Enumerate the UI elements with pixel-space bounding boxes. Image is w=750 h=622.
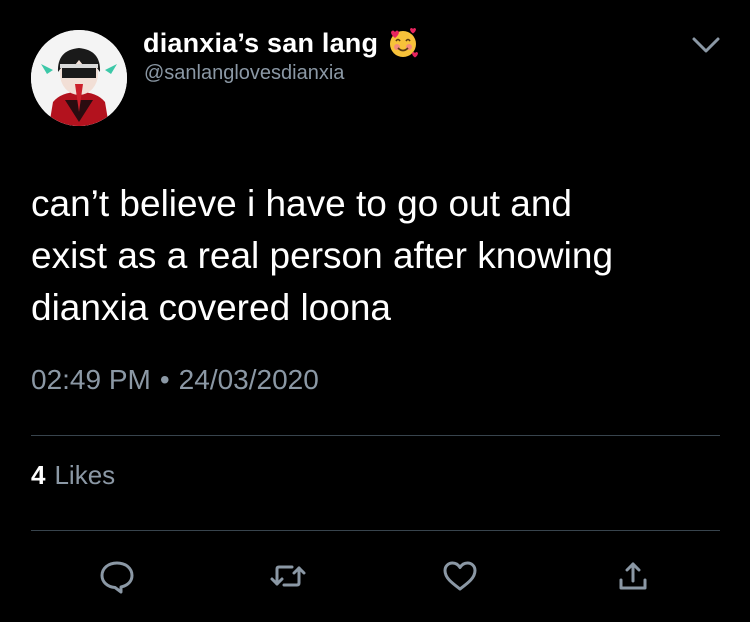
more-options-button[interactable] [690, 32, 722, 58]
divider-bottom [31, 530, 720, 531]
likes-label: Likes [54, 460, 116, 490]
retweet-button[interactable] [268, 556, 308, 596]
retweet-arrows-icon [270, 565, 306, 587]
user-handle[interactable]: @sanlanglovesdianxia [144, 62, 344, 85]
speech-bubble-icon [100, 561, 134, 594]
tweet-date: 24/03/2020 [178, 364, 319, 395]
timestamp-separator: • [159, 364, 170, 395]
tweet-time: 02:49 PM [31, 364, 151, 395]
tweet-text: can’t believe i have to go out and exist… [31, 183, 614, 328]
smiling-face-with-hearts-icon [390, 28, 419, 58]
like-button[interactable] [440, 556, 480, 596]
likes-count: 4 [31, 460, 46, 490]
heart-icon [443, 561, 477, 591]
reply-button[interactable] [97, 556, 137, 596]
divider-top [31, 435, 720, 436]
display-name[interactable]: dianxia’s san lang [143, 28, 378, 59]
display-name-row[interactable]: dianxia’s san lang [143, 26, 420, 60]
share-button[interactable] [613, 556, 653, 596]
avatar-image [31, 30, 127, 126]
chevron-down-icon [692, 37, 720, 53]
avatar[interactable] [31, 30, 127, 126]
likes-summary[interactable]: 4 Likes [31, 460, 115, 491]
tweet-timestamp[interactable]: 02:49 PM • 24/03/2020 [31, 364, 319, 396]
share-upload-icon [619, 562, 647, 590]
